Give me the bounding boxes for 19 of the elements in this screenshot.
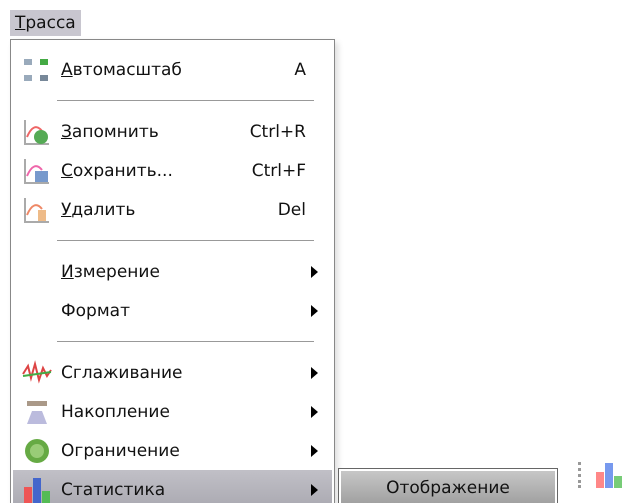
menu-item[interactable]: Удалить Del — [13, 190, 332, 229]
toolbar-grip-icon[interactable] — [578, 462, 582, 488]
submenu-arrow-icon — [311, 406, 318, 418]
submenu-arrow-icon — [311, 366, 318, 378]
menu-item[interactable]: Измерение — [13, 252, 332, 291]
submenu-arrow-icon — [311, 266, 318, 278]
menu-title[interactable]: Трасса — [10, 10, 81, 36]
menu-item[interactable]: Сглаживание — [13, 353, 332, 392]
submenu-arrow-icon — [311, 444, 318, 456]
menu-item[interactable]: Запомнить Ctrl+R — [13, 112, 332, 151]
menu-item[interactable]: Ограничение — [13, 431, 332, 470]
bar-chart-icon[interactable] — [594, 460, 624, 490]
menu-item[interactable]: Формат — [13, 291, 332, 330]
submenu-arrow-icon — [311, 484, 318, 496]
submenu-arrow-icon — [311, 304, 318, 316]
menu-item[interactable]: Отображение — [341, 471, 555, 503]
menu-item[interactable]: Автомасштаб A — [13, 50, 332, 89]
menu-item[interactable]: Накопление — [13, 392, 332, 431]
menu-item[interactable]: Сохранить... Ctrl+F — [13, 151, 332, 190]
